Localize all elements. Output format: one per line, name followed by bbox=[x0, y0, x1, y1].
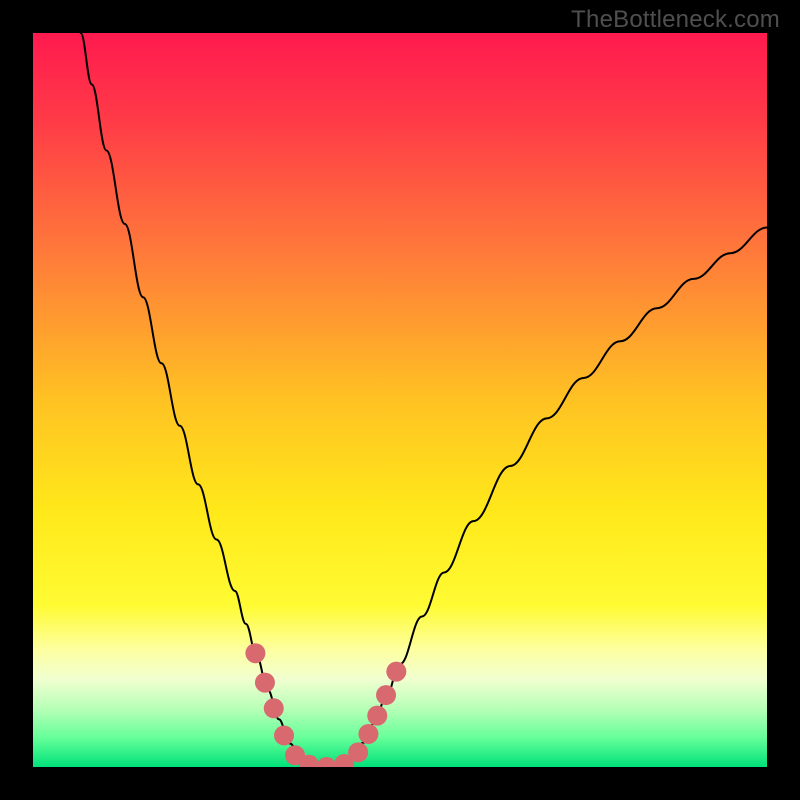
plot-area bbox=[33, 33, 767, 767]
watermark-label: TheBottleneck.com bbox=[571, 6, 780, 34]
marker-dot bbox=[348, 742, 368, 762]
marker-dot bbox=[255, 673, 275, 693]
bottleneck-chart bbox=[33, 33, 767, 767]
gradient-background bbox=[33, 33, 767, 767]
marker-dot bbox=[264, 698, 284, 718]
marker-dot bbox=[358, 724, 378, 744]
marker-dot bbox=[386, 662, 406, 682]
marker-dot bbox=[376, 685, 396, 705]
chart-frame: TheBottleneck.com bbox=[0, 0, 800, 800]
marker-dot bbox=[274, 725, 294, 745]
marker-dot bbox=[245, 643, 265, 663]
marker-dot bbox=[367, 706, 387, 726]
